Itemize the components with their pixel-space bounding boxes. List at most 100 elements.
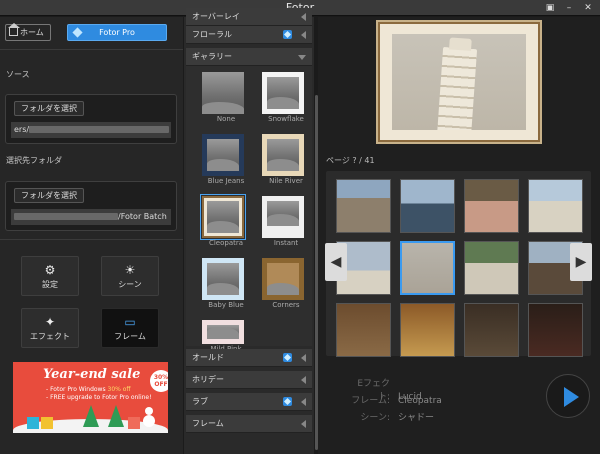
- source-path-text: ers/: [14, 125, 30, 134]
- discount-badge: 30% OFF: [150, 370, 168, 392]
- frame-name: Baby Blue: [208, 301, 244, 309]
- effect-button[interactable]: ✦ エフェクト: [21, 308, 79, 348]
- category-love[interactable]: ラブ: [186, 393, 312, 411]
- destination-folder-button[interactable]: フォルダを選択: [14, 188, 84, 203]
- gift-icon: [27, 417, 39, 429]
- source-folder-button[interactable]: フォルダを選択: [14, 101, 84, 116]
- restore-icon[interactable]: ▣: [542, 2, 558, 14]
- scene-button[interactable]: ☀ シーン: [101, 256, 159, 296]
- frame-name: Instant: [273, 239, 299, 247]
- frame-item-instant[interactable]: Instant: [256, 196, 308, 251]
- chevron-left-icon: [301, 398, 306, 406]
- frame-item-snowflake[interactable]: Snowflake: [256, 72, 308, 127]
- blurred-path: [14, 213, 118, 220]
- frame-icon: ▭: [124, 315, 136, 329]
- start-batch-play-button[interactable]: [546, 374, 590, 418]
- photo-thumbnail[interactable]: [528, 303, 583, 357]
- next-page-arrow-icon[interactable]: ▶: [570, 243, 592, 281]
- frame-thumbnail: [262, 196, 304, 238]
- gift-icon: [41, 417, 53, 429]
- close-icon[interactable]: ✕: [580, 2, 596, 14]
- frame-name: Nile River: [269, 177, 303, 185]
- category-label: ギャラリー: [192, 52, 232, 61]
- chevron-left-icon: [301, 376, 306, 384]
- photo-thumbnail[interactable]: [400, 303, 455, 357]
- frame-label: フレーム: [114, 332, 146, 341]
- source-box: フォルダを選択 ers/: [5, 94, 177, 144]
- preview-panel: ページ ? / 41 ◀ ▶ Eフェクト: Lucid フレーム: Cleopatr…: [318, 17, 600, 454]
- gear-icon: ⚙: [44, 263, 56, 277]
- scene-info-row: シーン: シャドー: [348, 410, 434, 423]
- photo-thumbnail[interactable]: [336, 179, 391, 233]
- source-path-field[interactable]: ers/: [11, 122, 171, 138]
- frame-thumbnail: [262, 72, 304, 114]
- settings-button[interactable]: ⚙ 設定: [21, 256, 79, 296]
- frame-item-nile-river[interactable]: Nile River: [256, 134, 308, 189]
- frame-item-corners[interactable]: Corners: [256, 258, 308, 313]
- home-button[interactable]: ホーム: [5, 23, 51, 41]
- gift-icon: [128, 417, 140, 429]
- category-floral[interactable]: フローラル: [186, 26, 312, 44]
- tree-icon: [83, 405, 99, 427]
- category-label: ラブ: [192, 397, 208, 406]
- destination-path-field[interactable]: /Fotor Batch: [11, 209, 171, 225]
- photo-thumbnail[interactable]: [528, 179, 583, 233]
- category-label: ホリデー: [192, 375, 224, 384]
- photo-thumbnail-selected[interactable]: [400, 241, 455, 295]
- promo-title: Year-end sale: [43, 367, 141, 382]
- chevron-left-icon: [301, 31, 306, 39]
- photo-thumbnail[interactable]: [400, 179, 455, 233]
- photo-thumbnail[interactable]: [336, 303, 391, 357]
- previous-page-arrow-icon[interactable]: ◀: [325, 243, 347, 281]
- frame-thumbnail: [262, 258, 304, 300]
- page-indicator: ページ ? / 41: [326, 156, 375, 165]
- tree-icon: [108, 405, 124, 427]
- frame-name: Corners: [272, 301, 300, 309]
- category-label: フレーム: [192, 419, 224, 428]
- home-label: ホーム: [20, 28, 44, 37]
- framed-preview: [378, 22, 540, 142]
- frame-info-label: フレーム:: [351, 396, 390, 406]
- frame-gallery: None Snowflake Blue Jeans Nile River Cle…: [186, 66, 312, 353]
- promo-banner[interactable]: Year-end sale - Fotor Pro Windows 30% of…: [13, 362, 168, 433]
- category-holiday[interactable]: ホリデー: [186, 371, 312, 389]
- scene-info-label: シーン:: [360, 413, 390, 423]
- destination-box: フォルダを選択 /Fotor Batch: [5, 181, 177, 231]
- frame-name: None: [216, 115, 236, 123]
- chevron-left-icon: [301, 13, 306, 21]
- pro-badge-icon: [283, 397, 292, 406]
- snowman-icon: [143, 407, 155, 427]
- promo-line-2: - FREE upgrade to Fotor Pro online!: [46, 394, 152, 401]
- photo-grid: ◀ ▶: [325, 171, 592, 357]
- photo-thumbnail[interactable]: [464, 179, 519, 233]
- preview-photo: [392, 34, 526, 130]
- frame-item-none[interactable]: None: [196, 72, 248, 127]
- frame-thumbnail: [262, 134, 304, 176]
- frame-button[interactable]: ▭ フレーム: [101, 308, 159, 348]
- category-label: オーバーレイ: [192, 12, 240, 21]
- frame-info-row: フレーム: Cleopatra: [348, 393, 442, 406]
- divider: [0, 49, 183, 50]
- frame-item-cleopatra[interactable]: Cleopatra: [196, 194, 248, 251]
- photo-thumbnail[interactable]: [464, 241, 519, 295]
- frame-thumbnail: [200, 194, 246, 240]
- category-label: オールド: [192, 353, 224, 362]
- effect-label: エフェクト: [30, 332, 70, 341]
- fotor-pro-button[interactable]: Fotor Pro: [67, 24, 167, 41]
- category-overlay[interactable]: オーバーレイ: [186, 8, 312, 26]
- frame-info-value: Cleopatra: [398, 396, 442, 406]
- settings-label: 設定: [42, 280, 58, 289]
- category-old[interactable]: オールド: [186, 349, 312, 367]
- chevron-down-icon: [298, 55, 306, 60]
- frame-item-blue-jeans[interactable]: Blue Jeans: [196, 134, 248, 189]
- category-frame[interactable]: フレーム: [186, 415, 312, 433]
- frame-name: Snowflake: [268, 115, 304, 123]
- sparkle-icon: ✦: [44, 315, 56, 329]
- minimize-icon[interactable]: –: [561, 2, 577, 14]
- frame-name: Blue Jeans: [207, 177, 245, 185]
- category-gallery[interactable]: ギャラリー: [186, 48, 312, 66]
- sun-icon: ☀: [124, 263, 136, 277]
- fotor-pro-label: Fotor Pro: [99, 28, 135, 37]
- photo-thumbnail[interactable]: [464, 303, 519, 357]
- frame-item-baby-blue[interactable]: Baby Blue: [196, 258, 248, 313]
